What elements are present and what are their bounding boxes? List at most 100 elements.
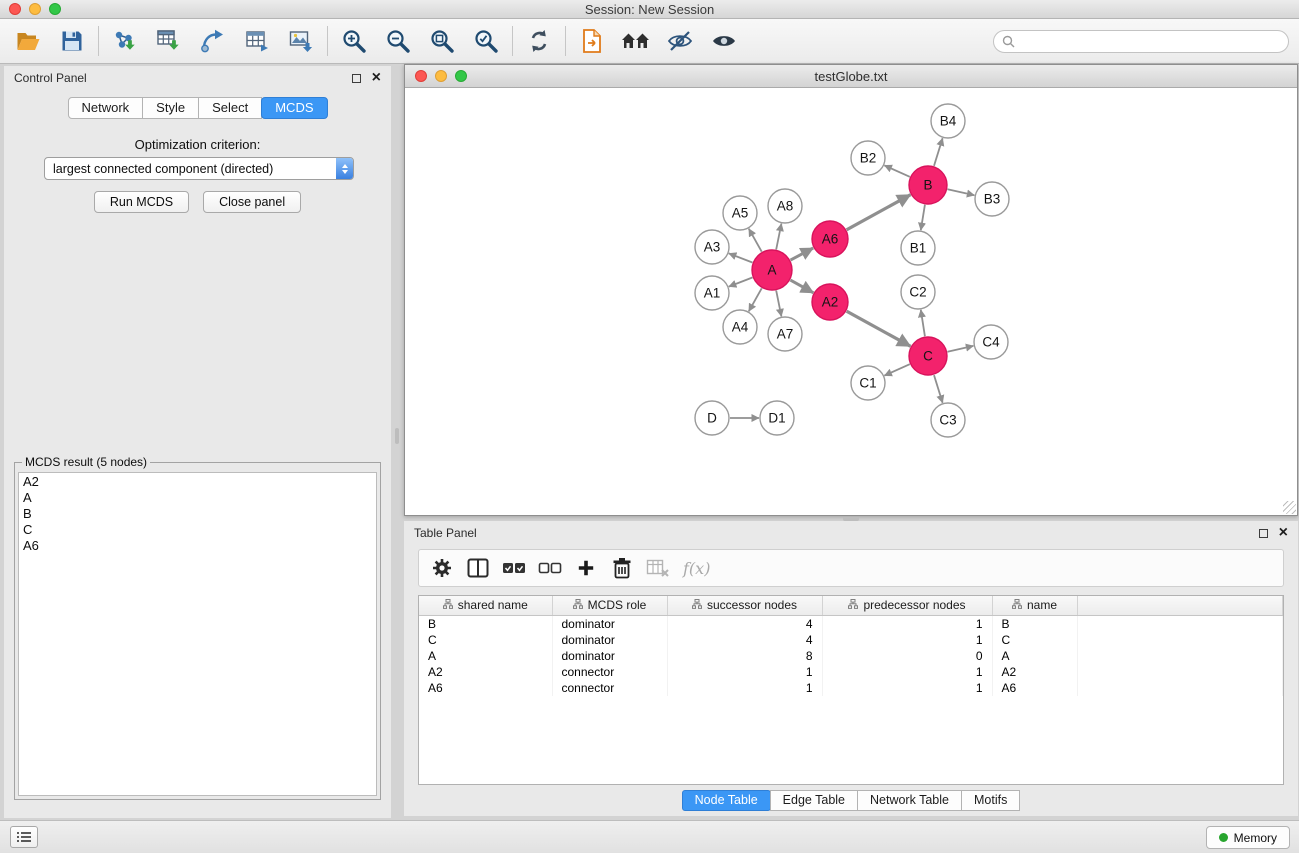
vertical-splitter-handle[interactable] <box>395 428 399 444</box>
refresh-button[interactable] <box>521 23 557 59</box>
network-minimize-button[interactable] <box>435 70 447 82</box>
minimize-window-button[interactable] <box>29 3 41 15</box>
float-table-panel-icon[interactable] <box>1259 529 1268 538</box>
table-cell[interactable]: A6 <box>419 680 552 696</box>
table-cell[interactable]: C <box>419 632 552 648</box>
run-mcds-button[interactable]: Run MCDS <box>94 191 189 213</box>
delete-column-button[interactable] <box>607 554 637 582</box>
float-panel-icon[interactable] <box>352 74 361 83</box>
graph-edge[interactable] <box>934 375 943 403</box>
graph-edge[interactable] <box>948 346 974 352</box>
select-stepper-icon[interactable] <box>336 158 353 179</box>
network-graph[interactable]: B4B2BB3B1A5A8A6A3AA1A2C2A4A7C4CC1C3DD1 <box>405 88 1297 515</box>
delete-table-button[interactable] <box>643 554 673 582</box>
table-cell[interactable]: A2 <box>992 664 1077 680</box>
graph-edge[interactable] <box>847 311 911 346</box>
search-input[interactable] <box>1020 34 1280 48</box>
tab-motifs[interactable]: Motifs <box>961 790 1020 811</box>
zoom-fit-button[interactable] <box>424 23 460 59</box>
table-row[interactable]: Cdominator41C <box>419 632 1283 648</box>
table-cell[interactable]: 4 <box>667 632 822 648</box>
graph-node[interactable]: C4 <box>974 325 1008 359</box>
graph-node[interactable]: A4 <box>723 310 757 344</box>
zoom-selected-button[interactable] <box>468 23 504 59</box>
table-cell[interactable]: 1 <box>667 664 822 680</box>
network-zoom-button[interactable] <box>455 70 467 82</box>
graph-edge[interactable] <box>884 165 909 176</box>
graph-node[interactable]: A <box>752 250 792 290</box>
hide-graphics-details-button[interactable] <box>662 23 698 59</box>
graph-edge[interactable] <box>749 288 762 311</box>
mcds-result-item[interactable]: A2 <box>19 474 376 490</box>
deselect-all-columns-button[interactable] <box>535 554 565 582</box>
session-document-button[interactable] <box>574 23 610 59</box>
close-panel-button[interactable]: Close panel <box>203 191 301 213</box>
graph-edge[interactable] <box>921 310 925 336</box>
graph-node[interactable]: B4 <box>931 104 965 138</box>
graph-edge[interactable] <box>884 364 909 375</box>
table-row[interactable]: A2connector11A2 <box>419 664 1283 680</box>
graph-node[interactable]: C2 <box>901 275 935 309</box>
tab-edge-table[interactable]: Edge Table <box>770 790 858 811</box>
column-header-shared-name[interactable]: shared name <box>419 596 552 615</box>
table-cell[interactable]: C <box>992 632 1077 648</box>
graph-node[interactable]: C3 <box>931 403 965 437</box>
graph-node[interactable]: A2 <box>812 284 848 320</box>
graph-node[interactable]: A1 <box>695 276 729 310</box>
mcds-result-list[interactable]: A2ABCA6 <box>18 472 377 796</box>
memory-button[interactable]: Memory <box>1206 826 1290 849</box>
table-cell[interactable]: A <box>992 648 1077 664</box>
column-header-predecessor-nodes[interactable]: predecessor nodes <box>822 596 992 615</box>
table-cell[interactable]: dominator <box>552 632 667 648</box>
table-cell[interactable]: 1 <box>822 664 992 680</box>
table-cell[interactable]: 4 <box>667 615 822 632</box>
show-columns-button[interactable] <box>463 554 493 582</box>
mcds-result-item[interactable]: A6 <box>19 538 376 554</box>
table-cell[interactable]: connector <box>552 680 667 696</box>
mcds-result-item[interactable]: C <box>19 522 376 538</box>
column-header-mcds-role[interactable]: MCDS role <box>552 596 667 615</box>
table-cell[interactable]: A6 <box>992 680 1077 696</box>
close-panel-icon[interactable]: × <box>372 72 381 84</box>
search-field[interactable] <box>993 30 1289 53</box>
table-settings-button[interactable] <box>427 554 457 582</box>
table-cell[interactable]: 0 <box>822 648 992 664</box>
table-cell[interactable]: 1 <box>667 680 822 696</box>
criterion-select[interactable]: largest connected component (directed) <box>44 157 354 180</box>
table-cell[interactable]: 1 <box>822 615 992 632</box>
zoom-out-button[interactable] <box>380 23 416 59</box>
mcds-result-item[interactable]: A <box>19 490 376 506</box>
table-cell[interactable]: B <box>419 615 552 632</box>
show-graphics-details-button[interactable] <box>706 23 742 59</box>
graph-node[interactable]: A6 <box>812 221 848 257</box>
graph-edge[interactable] <box>921 205 925 230</box>
graph-node[interactable]: D <box>695 401 729 435</box>
graph-edge[interactable] <box>847 195 911 230</box>
graph-edge[interactable] <box>729 278 753 287</box>
export-image-button[interactable] <box>283 23 319 59</box>
table-cell[interactable]: dominator <box>552 615 667 632</box>
graph-node[interactable]: C1 <box>851 366 885 400</box>
show-panels-button[interactable] <box>10 826 38 848</box>
network-close-button[interactable] <box>415 70 427 82</box>
zoom-window-button[interactable] <box>49 3 61 15</box>
graph-edge[interactable] <box>791 248 814 260</box>
table-cell[interactable]: A <box>419 648 552 664</box>
close-window-button[interactable] <box>9 3 21 15</box>
import-table-button[interactable] <box>151 23 187 59</box>
tab-network[interactable]: Network <box>67 97 143 119</box>
graph-node[interactable]: A8 <box>768 189 802 223</box>
graph-node[interactable]: B <box>909 166 947 204</box>
import-network-button[interactable] <box>107 23 143 59</box>
graph-node[interactable]: A7 <box>768 317 802 351</box>
column-header-name[interactable]: name <box>992 596 1077 615</box>
select-all-columns-button[interactable] <box>499 554 529 582</box>
tab-node-table[interactable]: Node Table <box>682 790 771 811</box>
tab-mcds[interactable]: MCDS <box>261 97 327 119</box>
tab-network-table[interactable]: Network Table <box>857 790 962 811</box>
mcds-result-item[interactable]: B <box>19 506 376 522</box>
graph-edge[interactable] <box>948 189 975 195</box>
graph-edge[interactable] <box>776 291 781 317</box>
tab-select[interactable]: Select <box>198 97 262 119</box>
graph-node[interactable]: D1 <box>760 401 794 435</box>
